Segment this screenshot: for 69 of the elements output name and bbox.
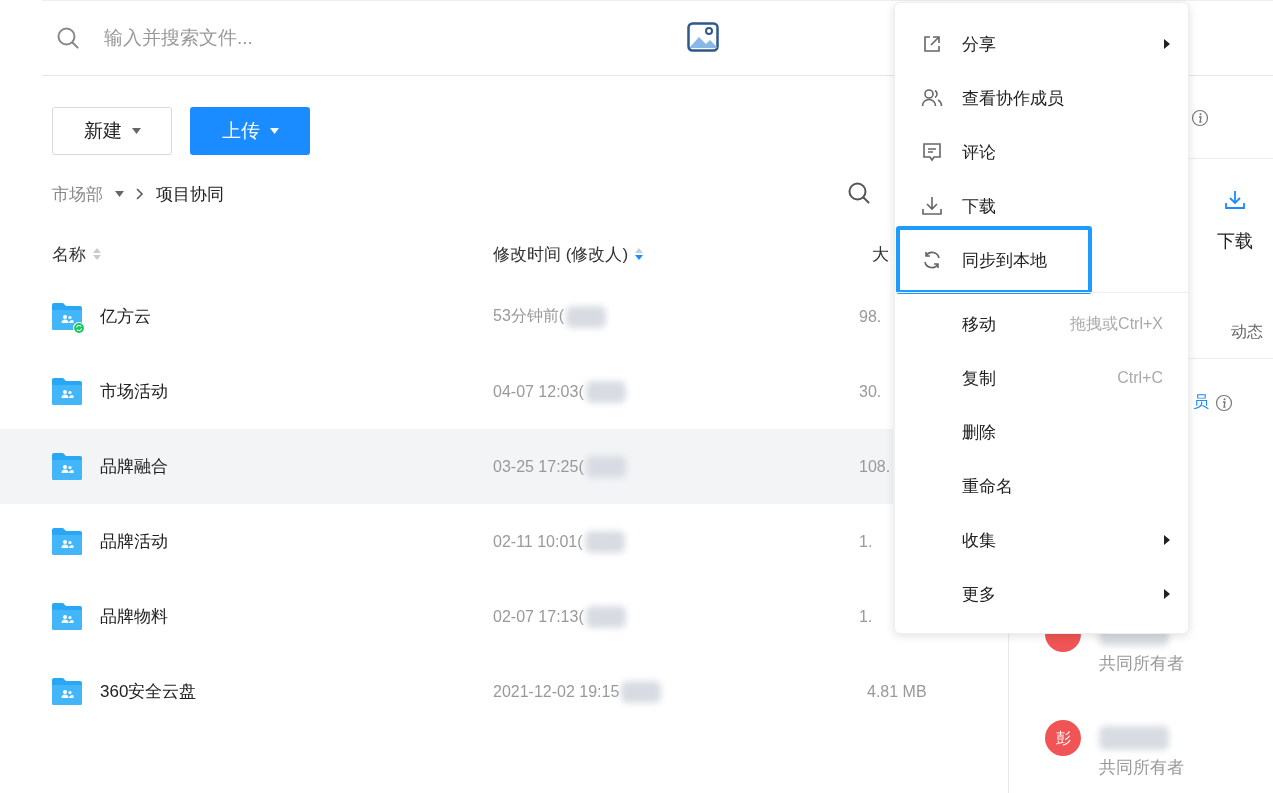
download-icon (921, 195, 943, 217)
redacted-name (1099, 726, 1169, 750)
caret-icon[interactable] (115, 191, 124, 197)
redacted-name (621, 680, 662, 703)
download-icon (1224, 189, 1246, 211)
menu-item[interactable]: 更多 (895, 567, 1188, 621)
redacted-name (585, 455, 626, 478)
modified-time: 02-07 17:13( (493, 607, 584, 626)
search-icon (56, 26, 80, 50)
menu-item[interactable]: 复制 Ctrl+C (895, 351, 1188, 405)
menu-item[interactable]: 删除 (895, 405, 1188, 459)
search-field[interactable]: 输入并搜索文件... (102, 26, 626, 50)
breadcrumb-item[interactable]: 市场部 (52, 182, 103, 206)
image-icon[interactable] (687, 22, 719, 52)
avatar: 彭 (1045, 720, 1081, 756)
menu-item[interactable]: 收集 (895, 513, 1188, 567)
file-row[interactable]: 品牌活动 02-11 10:01( 1. (0, 504, 893, 579)
column-header[interactable]: 名称 (52, 242, 86, 266)
breadcrumb-item[interactable]: 项目协同 (156, 182, 224, 206)
activity-tab[interactable]: 动态 (1231, 322, 1263, 343)
file-size: 98. (859, 306, 882, 327)
column-header[interactable]: 修改时间 (修改人) (493, 242, 629, 266)
file-name: 亿方云 (100, 306, 151, 328)
info-icon[interactable] (1191, 109, 1209, 127)
file-row[interactable]: 市场活动 04-07 12:03( 30. (0, 354, 893, 429)
redacted-name (584, 530, 625, 553)
share-icon (921, 33, 943, 55)
redacted-name (566, 305, 607, 328)
file-size: 108. (859, 456, 891, 477)
menu-item[interactable]: 同步到本地 (896, 226, 1092, 294)
chevron-icon (136, 188, 144, 200)
file-size: 4.81 MB (867, 681, 927, 702)
file-row[interactable]: 品牌融合 03-25 17:25( 108. (0, 429, 893, 504)
file-row[interactable]: 品牌物料 02-07 17:13( 1. (0, 579, 893, 654)
download-button[interactable]: 下载 (1217, 189, 1253, 253)
menu-item[interactable]: 评论 (895, 125, 1188, 179)
menu-item[interactable]: 移动 拖拽或Ctrl+X (895, 297, 1188, 351)
file-row[interactable]: 亿方云 53分钟前( 98. (0, 279, 893, 354)
file-size: 1. (859, 606, 873, 627)
file-name: 品牌活动 (100, 531, 168, 553)
column-header[interactable]: 大 (872, 242, 889, 266)
sync-icon (921, 249, 943, 271)
file-size: 1. (859, 531, 873, 552)
member-role: 共同所有者 (1099, 757, 1184, 779)
modified-time: 04-07 12:03( (493, 382, 584, 401)
menu-item[interactable]: 重命名 (895, 459, 1188, 513)
people-icon (921, 87, 943, 109)
menu-item[interactable]: 分享 (895, 17, 1188, 71)
redacted-name (585, 605, 626, 628)
caret-icon (131, 128, 141, 134)
file-row[interactable]: 360安全云盘 2021-12-02 19:15 4.81 MB (0, 654, 1008, 729)
file-name: 360安全云盘 (100, 681, 197, 703)
menu-item[interactable]: 查看协作成员 (895, 71, 1188, 125)
file-size: 30. (859, 381, 882, 402)
caret-icon (269, 128, 279, 134)
file-name: 品牌融合 (100, 456, 168, 478)
file-name: 市场活动 (100, 381, 168, 403)
search-icon[interactable] (847, 181, 871, 205)
redacted-name (585, 380, 626, 403)
modified-time: 02-11 10:01( (493, 532, 583, 551)
member-role: 共同所有者 (1099, 653, 1184, 675)
info-icon[interactable] (1215, 393, 1233, 412)
comment-icon (921, 141, 943, 163)
new-button[interactable]: 新建 (52, 107, 172, 155)
modified-time: 53分钟前( (493, 306, 565, 326)
modified-time: 2021-12-02 19:15 (493, 682, 620, 701)
modified-time: 03-25 17:25( (493, 457, 584, 476)
file-name: 品牌物料 (100, 606, 168, 628)
sort-icon[interactable] (634, 247, 645, 261)
